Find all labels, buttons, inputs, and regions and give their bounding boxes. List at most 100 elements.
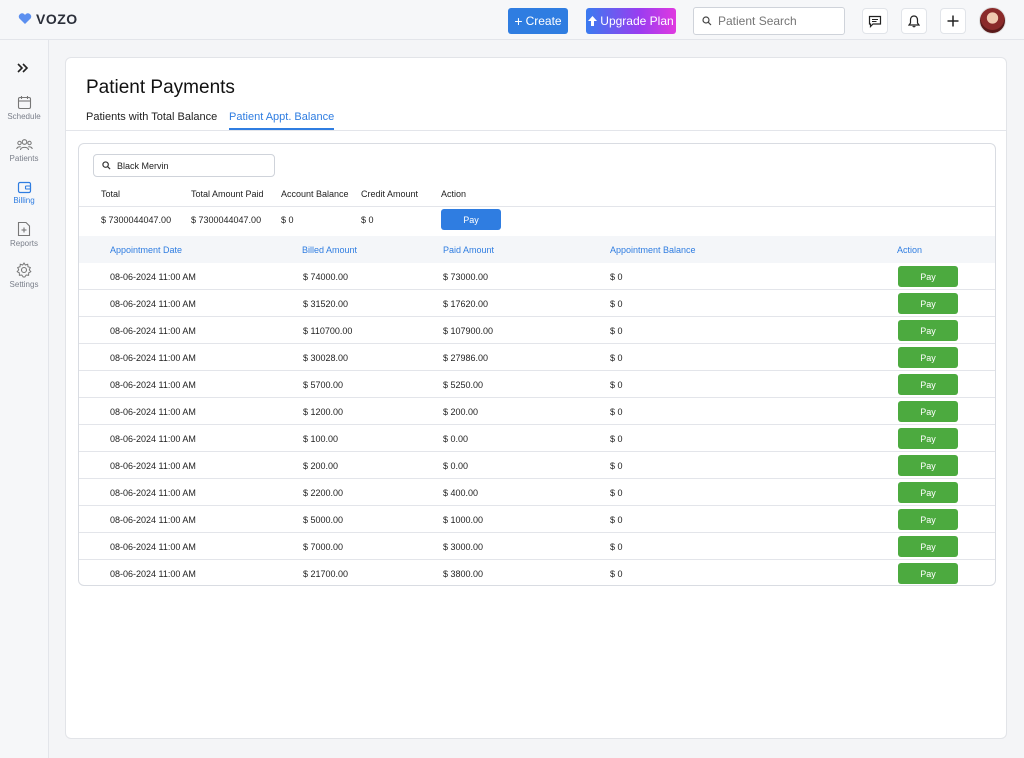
table-row: 08-06-2024 11:00 AM $ 110700.00 $ 107900.0… (79, 317, 995, 344)
patient-search-input[interactable] (718, 14, 836, 28)
sidebar-label-billing: Billing (13, 196, 35, 205)
table-row: 08-06-2024 11:00 AM $ 21700.00 $ 3800.00 $ … (79, 560, 995, 587)
pay-button[interactable]: Pay (898, 347, 958, 368)
cell-paid-amount: $ 73000.00 (443, 272, 489, 282)
table-row: 08-06-2024 11:00 AM $ 200.00 $ 0.00 $ 0 Pay (79, 452, 995, 479)
sidebar-item-schedule[interactable]: Schedule (0, 95, 48, 121)
cell-paid-amount: $ 3000.00 (443, 542, 484, 552)
sidebar-item-patients[interactable]: Patients (0, 138, 48, 163)
pay-button[interactable]: Pay (898, 401, 958, 422)
cell-appointment-date: 08-06-2024 11:00 AM (110, 569, 196, 579)
column-header-paid-amount: Paid Amount (443, 245, 495, 255)
cell-paid-amount: $ 1000.00 (443, 515, 484, 525)
tab-patients-with-total-balance[interactable]: Patients with Total Balance (86, 111, 217, 128)
cell-billed-amount: $ 21700.00 (303, 569, 349, 579)
cell-appointment-balance: $ 0 (610, 353, 623, 363)
sidebar-label-settings: Settings (9, 280, 39, 289)
pay-button[interactable]: Pay (898, 374, 958, 395)
sidebar-item-settings[interactable]: Settings (0, 262, 48, 289)
arrow-up-icon (588, 16, 598, 26)
calendar-icon (17, 96, 31, 110)
summary-total: $ 7300044047.00 (101, 215, 172, 225)
cell-paid-amount: $ 0.00 (443, 461, 469, 471)
summary-header-account-balance: Account Balance (281, 189, 349, 199)
cell-billed-amount: $ 200.00 (303, 461, 339, 471)
cell-billed-amount: $ 30028.00 (303, 353, 349, 363)
cell-appointment-date: 08-06-2024 11:00 AM (110, 407, 196, 417)
summary-header-action: Action (441, 189, 467, 199)
plus-icon: + (514, 13, 523, 29)
pay-button[interactable]: Pay (898, 563, 958, 584)
summary-header-total: Total (101, 189, 121, 199)
cell-appointment-date: 08-06-2024 11:00 AM (110, 353, 196, 363)
appointments-table-header: Appointment Date Billed Amount Paid Amou… (79, 236, 995, 263)
double-chevron-right-icon (17, 63, 29, 73)
cell-paid-amount: $ 5250.00 (443, 380, 484, 390)
pay-button[interactable]: Pay (898, 509, 958, 530)
table-row: 08-06-2024 11:00 AM $ 7000.00 $ 3000.00 $ 0… (79, 533, 995, 560)
cell-appointment-date: 08-06-2024 11:00 AM (110, 272, 196, 282)
pay-button[interactable]: Pay (898, 482, 958, 503)
cell-appointment-date: 08-06-2024 11:00 AM (110, 515, 196, 525)
table-row: 08-06-2024 11:00 AM $ 1200.00 $ 200.00 $ 0 P… (79, 398, 995, 425)
cell-paid-amount: $ 0.00 (443, 434, 469, 444)
summary-account-balance: $ 0 (281, 215, 294, 225)
summary-divider (79, 206, 995, 207)
notifications-button[interactable] (901, 8, 927, 34)
cell-billed-amount: $ 74000.00 (303, 272, 349, 282)
table-row: 08-06-2024 11:00 AM $ 31520.00 $ 17620.00 $… (79, 290, 995, 317)
pay-button[interactable]: Pay (898, 536, 958, 557)
sidebar-label-patients: Patients (9, 154, 39, 163)
sidebar-item-billing[interactable]: Billing (0, 180, 48, 205)
summary-credit-amount: $ 0 (361, 215, 374, 225)
cell-appointment-balance: $ 0 (610, 326, 623, 336)
cell-billed-amount: $ 31520.00 (303, 299, 349, 309)
add-button[interactable] (940, 8, 966, 34)
user-avatar[interactable] (979, 7, 1006, 34)
pay-button[interactable]: Pay (898, 293, 958, 314)
patient-search-box[interactable] (693, 7, 845, 35)
vozo-logo[interactable]: VOZO (18, 11, 78, 27)
pay-button[interactable]: Pay (898, 266, 958, 287)
cell-appointment-balance: $ 0 (610, 380, 623, 390)
summary-pay-button[interactable]: Pay (441, 209, 501, 230)
table-row: 08-06-2024 11:00 AM $ 2200.00 $ 400.00 $ 0 P… (79, 479, 995, 506)
cell-paid-amount: $ 27986.00 (443, 353, 489, 363)
wallet-icon (17, 181, 31, 194)
patient-name-input[interactable] (117, 160, 267, 171)
cell-appointment-balance: $ 0 (610, 407, 623, 417)
column-header-billed-amount: Billed Amount (302, 245, 358, 255)
pay-button[interactable]: Pay (898, 320, 958, 341)
cell-appointment-balance: $ 0 (610, 569, 623, 579)
cell-appointment-balance: $ 0 (610, 515, 623, 525)
patient-payments-card: Patient Payments Patients with Total Bal… (65, 57, 1007, 739)
cell-appointment-date: 08-06-2024 11:00 AM (110, 380, 196, 390)
summary-header-credit-amount: Credit Amount (361, 189, 419, 199)
search-icon (102, 161, 111, 170)
page-title: Patient Payments (86, 77, 235, 98)
summary-header-total-paid: Total Amount Paid (191, 189, 264, 199)
sidebar-label-schedule: Schedule (7, 112, 41, 121)
create-label: Create (525, 14, 562, 28)
patient-name-search[interactable] (93, 154, 275, 177)
sidebar-item-reports[interactable]: Reports (0, 221, 48, 248)
upgrade-label: Upgrade Plan (600, 14, 674, 28)
cell-paid-amount: $ 107900.00 (443, 326, 494, 336)
pay-button[interactable]: Pay (898, 428, 958, 449)
cell-billed-amount: $ 100.00 (303, 434, 339, 444)
summary-total-paid: $ 7300044047.00 (191, 215, 262, 225)
table-row: 08-06-2024 11:00 AM $ 5700.00 $ 5250.00 $ 0… (79, 371, 995, 398)
create-button[interactable]: + Create (508, 8, 568, 34)
expand-sidebar-button[interactable] (17, 60, 29, 78)
tab-patient-appt-balance[interactable]: Patient Appt. Balance (229, 111, 335, 130)
sidebar: Schedule Patients Billing Reports Settin… (0, 40, 49, 758)
messages-button[interactable] (862, 8, 888, 34)
pay-button[interactable]: Pay (898, 455, 958, 476)
table-row: 08-06-2024 11:00 AM $ 100.00 $ 0.00 $ 0 Pay (79, 425, 995, 452)
upgrade-plan-button[interactable]: Upgrade Plan (586, 8, 676, 34)
cell-billed-amount: $ 1200.00 (303, 407, 344, 417)
cell-appointment-date: 08-06-2024 11:00 AM (110, 326, 196, 336)
gear-icon (16, 262, 32, 278)
column-header-appointment-balance: Appointment Balance (610, 245, 696, 255)
table-row: 08-06-2024 11:00 AM $ 5000.00 $ 1000.00 $ 0… (79, 506, 995, 533)
